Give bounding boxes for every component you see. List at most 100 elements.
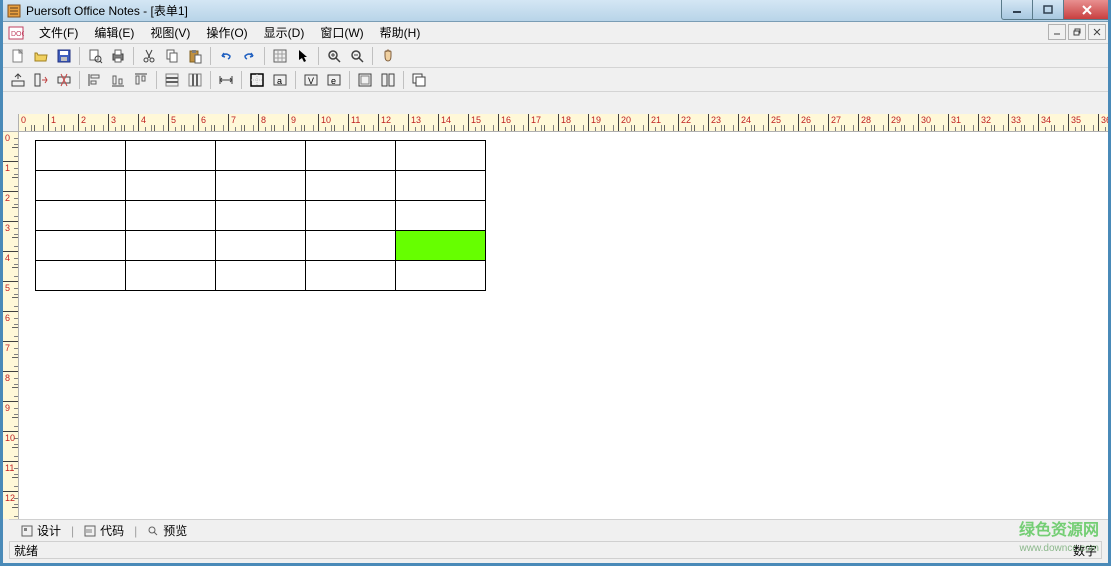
toolbar-main [3, 44, 1108, 68]
table-cell[interactable] [126, 141, 216, 171]
ruler-horizontal[interactable]: 0123456789101112131415161718192021222324… [19, 114, 1108, 132]
tab-code[interactable]: 代码 [78, 520, 130, 541]
ruler-h-tick: 6 [199, 114, 229, 131]
ruler-h-tick: 21 [649, 114, 679, 131]
layout-2-button[interactable] [377, 70, 399, 90]
ruler-h-tick: 32 [979, 114, 1009, 131]
ruler-h-tick: 36 [1099, 114, 1108, 131]
table-cell[interactable] [396, 141, 486, 171]
menu-view[interactable]: 视图(V) [142, 22, 198, 43]
ruler-vertical[interactable]: 01234567891011121314 [3, 132, 19, 519]
copy-button[interactable] [161, 46, 183, 66]
cut-button[interactable] [138, 46, 160, 66]
layout-1-button[interactable] [354, 70, 376, 90]
open-button[interactable] [30, 46, 52, 66]
table-cell[interactable] [306, 141, 396, 171]
minimize-button[interactable] [1001, 0, 1033, 20]
table-cell[interactable] [216, 201, 306, 231]
table-cell[interactable] [36, 141, 126, 171]
mdi-close-button[interactable] [1088, 24, 1106, 40]
align-left-button[interactable] [84, 70, 106, 90]
print-button[interactable] [107, 46, 129, 66]
border-outline-button[interactable] [246, 70, 268, 90]
statusbar: 就绪 数字 [9, 541, 1102, 559]
menu-edit[interactable]: 编辑(E) [86, 22, 142, 43]
menu-file[interactable]: 文件(F) [31, 22, 86, 43]
align-bottom-button[interactable] [107, 70, 129, 90]
table-cell[interactable] [306, 231, 396, 261]
align-top-button[interactable] [130, 70, 152, 90]
table-cell[interactable] [126, 171, 216, 201]
table-cell[interactable] [396, 261, 486, 291]
table-cell[interactable] [126, 261, 216, 291]
delete-row-button[interactable] [53, 70, 75, 90]
distribute-h-button[interactable] [161, 70, 183, 90]
insert-right-button[interactable] [30, 70, 52, 90]
save-button[interactable] [53, 46, 75, 66]
menu-window[interactable]: 窗口(W) [312, 22, 371, 43]
maximize-button[interactable] [1032, 0, 1064, 20]
table-cell[interactable] [396, 201, 486, 231]
ruler-v-tick: 4 [3, 252, 18, 282]
table-cell[interactable] [36, 231, 126, 261]
ruler-v-tick: 2 [3, 192, 18, 222]
ruler-h-tick: 29 [889, 114, 919, 131]
span-width-button[interactable] [215, 70, 237, 90]
table-cell[interactable] [306, 171, 396, 201]
zoom-out-button[interactable] [346, 46, 368, 66]
ruler-h-tick: 2 [79, 114, 109, 131]
pointer-button[interactable] [292, 46, 314, 66]
paste-button[interactable] [184, 46, 206, 66]
titlebar: Puersoft Office Notes - [表单1] [0, 0, 1111, 22]
table-cell[interactable] [396, 171, 486, 201]
tab-preview[interactable]: 预览 [141, 520, 193, 541]
menu-display[interactable]: 显示(D) [256, 22, 313, 43]
ruler-h-tick: 12 [379, 114, 409, 131]
field-a-button[interactable]: a [269, 70, 291, 90]
table-cell[interactable] [306, 201, 396, 231]
zoom-in-button[interactable] [323, 46, 345, 66]
design-canvas[interactable] [19, 132, 1108, 519]
form-table[interactable] [35, 140, 486, 291]
status-text: 就绪 [14, 542, 38, 559]
grid-toggle-button[interactable] [269, 46, 291, 66]
hand-tool-button[interactable] [377, 46, 399, 66]
tab-design[interactable]: 设计 [15, 520, 67, 541]
table-cell[interactable] [216, 141, 306, 171]
ruler-h-tick: 23 [709, 114, 739, 131]
undo-button[interactable] [215, 46, 237, 66]
ruler-h-tick: 8 [259, 114, 289, 131]
table-cell[interactable] [36, 261, 126, 291]
ruler-h-tick: 3 [109, 114, 139, 131]
svg-text:V: V [308, 76, 314, 86]
menu-help[interactable]: 帮助(H) [372, 22, 429, 43]
table-cell[interactable] [36, 201, 126, 231]
view-tabs: 设计 | 代码 | 预览 [9, 519, 1108, 541]
ruler-h-tick: 0 [19, 114, 49, 131]
ruler-v-tick: 1 [3, 162, 18, 192]
mdi-minimize-button[interactable] [1048, 24, 1066, 40]
distribute-v-button[interactable] [184, 70, 206, 90]
window-cascade-button[interactable] [408, 70, 430, 90]
ruler-h-tick: 35 [1069, 114, 1099, 131]
menu-operate[interactable]: 操作(O) [198, 22, 255, 43]
table-cell[interactable] [306, 261, 396, 291]
insert-above-button[interactable] [7, 70, 29, 90]
table-cell[interactable] [216, 171, 306, 201]
table-cell[interactable] [216, 261, 306, 291]
table-cell[interactable] [126, 231, 216, 261]
table-cell-selected[interactable] [396, 231, 486, 261]
table-cell[interactable] [36, 171, 126, 201]
redo-button[interactable] [238, 46, 260, 66]
close-button[interactable] [1063, 0, 1111, 20]
mdi-restore-button[interactable] [1068, 24, 1086, 40]
print-preview-button[interactable] [84, 46, 106, 66]
ruler-h-tick: 19 [589, 114, 619, 131]
toolbar-layout: a V e [3, 68, 1108, 92]
table-cell[interactable] [126, 201, 216, 231]
table-cell[interactable] [216, 231, 306, 261]
field-e-button[interactable]: e [323, 70, 345, 90]
field-v-button[interactable]: V [300, 70, 322, 90]
ruler-h-tick: 13 [409, 114, 439, 131]
new-file-button[interactable] [7, 46, 29, 66]
